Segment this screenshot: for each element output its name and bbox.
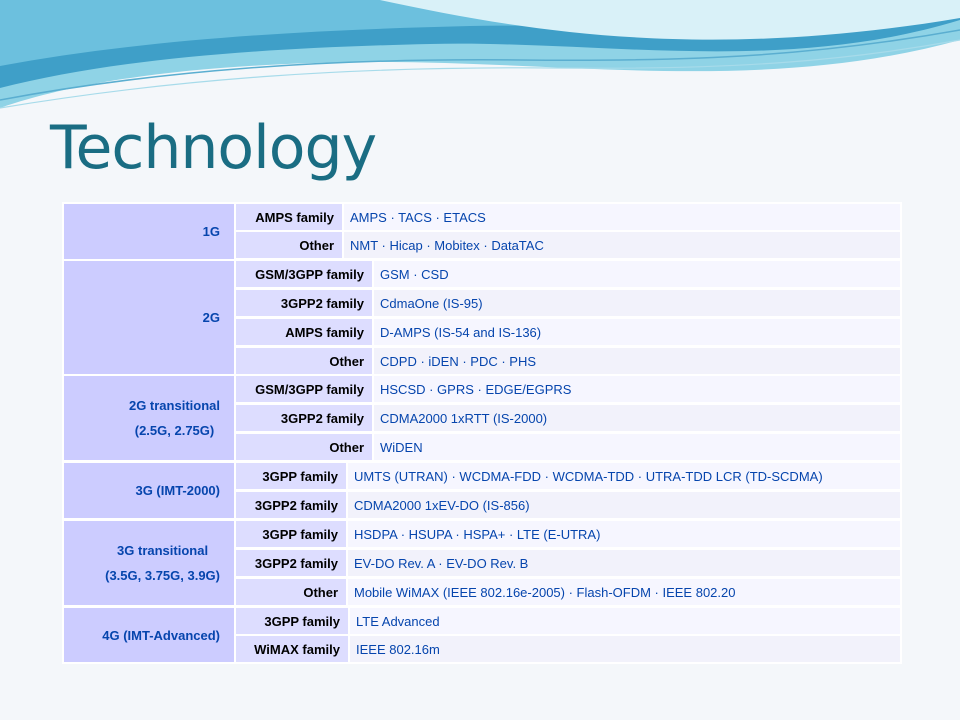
generation-label[interactable]: 4G (IMT-Advanced) [102,628,220,643]
technology-list[interactable]: WiDEN [380,440,423,455]
technology-list[interactable]: CDPD · iDEN · PDC · PHS [380,354,536,369]
family-label[interactable]: 3GPP2 family [281,411,372,426]
technology-cell: D-AMPS (IS-54 and IS-136) [374,319,900,345]
technology-list[interactable]: IEEE 802.16m [356,642,440,657]
technology-cell: WiDEN [374,434,900,460]
technology-cell: LTE Advanced [350,608,900,634]
technology-list[interactable]: EV-DO Rev. A · EV-DO Rev. B [354,556,528,571]
family-cell: Other [236,434,372,460]
family-cell: Other [236,579,346,605]
family-cell: AMPS family [236,204,342,230]
generation-label[interactable]: 1G [203,224,220,239]
family-label[interactable]: GSM/3GPP family [255,382,372,397]
technology-cell: IEEE 802.16m [350,636,900,662]
family-cell: 3GPP family [236,463,346,489]
family-label[interactable]: 3GPP2 family [255,556,346,571]
family-cell: 3GPP family [236,521,346,547]
family-label[interactable]: 3GPP family [264,614,348,629]
generation-label[interactable]: 2G [203,310,220,325]
technology-list[interactable]: CDMA2000 1xRTT (IS-2000) [380,411,547,426]
family-cell: Other [236,348,372,374]
family-cell: 3GPP2 family [236,290,372,316]
technology-list[interactable]: UMTS (UTRAN) · WCDMA-FDD · WCDMA-TDD · U… [354,469,823,484]
family-label: Other [299,237,334,253]
technology-cell: Mobile WiMAX (IEEE 802.16e-2005) · Flash… [348,579,900,605]
family-cell: 3GPP2 family [236,405,372,431]
family-cell: 3GPP family [236,608,348,634]
generation-cell-3g-transitional: 3G transitional (3.5G, 3.75G, 3.9G) [64,521,234,605]
family-cell: AMPS family [236,319,372,345]
family-cell: GSM/3GPP family [236,376,372,402]
technology-cell: UMTS (UTRAN) · WCDMA-FDD · WCDMA-TDD · U… [348,463,900,489]
technology-list[interactable]: D-AMPS (IS-54 and IS-136) [380,325,541,340]
family-label[interactable]: 3GPP2 family [281,296,372,311]
technology-cell: HSDPA · HSUPA · HSPA+ · LTE (E-UTRA) [348,521,900,547]
family-label[interactable]: 3GPP family [262,469,346,484]
generation-label[interactable]: 2G transitional [129,393,220,418]
family-label: Other [303,584,338,600]
technology-cell: CDPD · iDEN · PDC · PHS [374,348,900,374]
technology-list[interactable]: LTE Advanced [356,614,440,629]
technology-list[interactable]: CdmaOne (IS-95) [380,296,483,311]
mobile-generations-table: 1G AMPS family AMPS · TACS · ETACS Other… [62,202,902,664]
family-label[interactable]: GSM/3GPP family [255,267,372,282]
slide-title: Technology [50,113,377,183]
family-cell: GSM/3GPP family [236,261,372,287]
technology-cell: CdmaOne (IS-95) [374,290,900,316]
family-label[interactable]: 3GPP2 family [255,498,346,513]
family-label[interactable]: WiMAX family [254,642,348,657]
technology-list[interactable]: Mobile WiMAX (IEEE 802.16e-2005) · Flash… [354,585,735,600]
generation-label[interactable]: 3G (IMT-2000) [135,483,220,498]
generation-cell-2g: 2G [64,261,234,374]
technology-cell: GSM · CSD [374,261,900,287]
generation-cell-3g: 3G (IMT-2000) [64,463,234,518]
technology-cell: CDMA2000 1xEV-DO (IS-856) [348,492,900,518]
technology-list[interactable]: CDMA2000 1xEV-DO (IS-856) [354,498,530,513]
generation-cell-1g: 1G [64,204,234,259]
family-label[interactable]: AMPS family [255,210,342,225]
generation-label[interactable]: 3G transitional [105,538,220,563]
generation-sublabel[interactable]: (3.5G, 3.75G, 3.9G) [105,563,220,588]
technology-cell: EV-DO Rev. A · EV-DO Rev. B [348,550,900,576]
technology-cell: NMT · Hicap · Mobitex · DataTAC [344,232,900,258]
family-cell: Other [236,232,342,258]
generation-cell-2g-transitional: 2G transitional (2.5G, 2.75G) [64,376,234,460]
family-label: Other [329,353,364,369]
family-label[interactable]: 3GPP family [262,527,346,542]
generation-cell-4g: 4G (IMT-Advanced) [64,608,234,662]
technology-list[interactable]: AMPS · TACS · ETACS [350,210,486,225]
technology-cell: AMPS · TACS · ETACS [344,204,900,230]
technology-list[interactable]: NMT · Hicap · Mobitex · DataTAC [350,238,544,253]
decorative-wave-header [0,0,960,109]
technology-cell: CDMA2000 1xRTT (IS-2000) [374,405,900,431]
generation-sublabel[interactable]: (2.5G, 2.75G) [129,418,220,443]
family-cell: 3GPP2 family [236,492,346,518]
family-label: Other [329,439,364,455]
technology-list[interactable]: GSM · CSD [380,267,449,282]
technology-list[interactable]: HSDPA · HSUPA · HSPA+ · LTE (E-UTRA) [354,527,600,542]
technology-list[interactable]: HSCSD · GPRS · EDGE/EGPRS [380,382,571,397]
technology-cell: HSCSD · GPRS · EDGE/EGPRS [374,376,900,402]
family-cell: WiMAX family [236,636,348,662]
family-cell: 3GPP2 family [236,550,346,576]
family-label[interactable]: AMPS family [285,325,372,340]
